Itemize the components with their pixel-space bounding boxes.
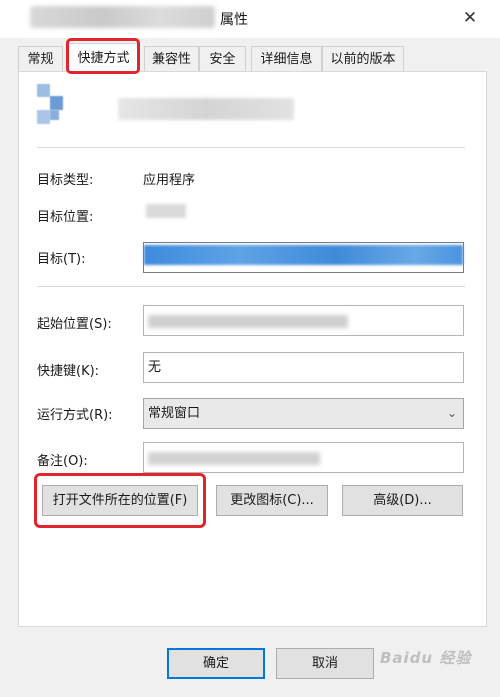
comment-input[interactable] — [143, 442, 464, 473]
tab-previous-versions[interactable]: 以前的版本 — [322, 46, 404, 71]
advanced-button[interactable]: 高级(D)... — [342, 485, 463, 516]
comment-label: 备注(O): — [37, 454, 88, 469]
hotkey-input[interactable]: 无 — [143, 352, 464, 383]
divider — [37, 286, 465, 287]
window-title: 属性 — [220, 12, 248, 28]
tab-details[interactable]: 详细信息 — [251, 46, 322, 71]
start-in-label: 起始位置(S): — [37, 317, 112, 332]
target-label: 目标(T): — [37, 252, 86, 267]
watermark: Baidu 经验 — [380, 649, 472, 667]
close-icon[interactable]: ✕ — [455, 5, 485, 31]
tab-highlight-box — [66, 38, 140, 74]
tab-security[interactable]: 安全 — [199, 46, 246, 71]
target-selection-redacted — [144, 245, 463, 265]
run-select[interactable]: 常规窗口 ⌄ — [143, 398, 464, 429]
start-in-input[interactable] — [143, 305, 464, 336]
app-icon — [37, 84, 65, 124]
target-location-redacted — [146, 204, 186, 218]
title-redacted — [30, 6, 215, 28]
hotkey-label: 快捷键(K): — [37, 364, 100, 379]
chevron-down-icon: ⌄ — [446, 406, 457, 420]
properties-window: 属性 ✕ 常规 快捷方式 兼容性 安全 详细信息 以前的版本 目标类型: 应用程… — [0, 0, 500, 697]
ok-button[interactable]: 确定 — [167, 648, 265, 679]
target-location-label: 目标位置: — [37, 210, 94, 225]
change-icon-button[interactable]: 更改图标(C)... — [216, 485, 328, 516]
title-bar: 属性 ✕ — [0, 0, 500, 38]
button-highlight-box — [34, 473, 206, 528]
shortcut-panel — [18, 71, 487, 627]
target-input[interactable] — [143, 242, 464, 273]
run-label: 运行方式(R): — [37, 408, 113, 423]
divider — [37, 147, 465, 148]
tab-general[interactable]: 常规 — [18, 46, 63, 71]
target-type-label: 目标类型: — [37, 173, 94, 188]
shortcut-name-redacted — [118, 98, 294, 120]
target-type-value: 应用程序 — [143, 173, 196, 188]
start-in-redacted — [148, 315, 348, 328]
run-select-value: 常规窗口 — [148, 406, 201, 421]
tab-compatibility[interactable]: 兼容性 — [144, 46, 199, 71]
comment-redacted — [148, 452, 320, 465]
cancel-button[interactable]: 取消 — [276, 648, 374, 679]
